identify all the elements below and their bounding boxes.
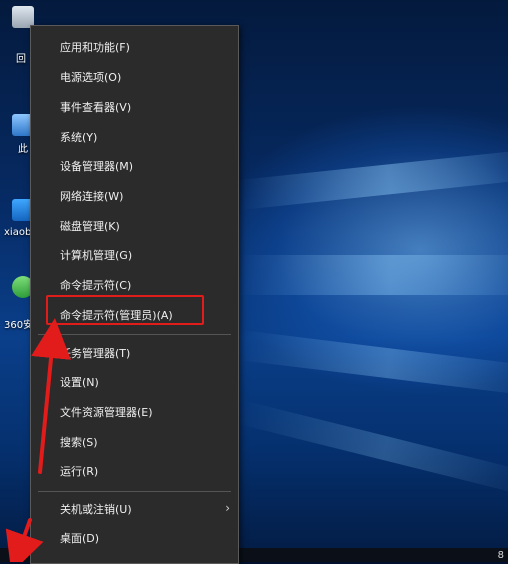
- annotation-arrow-up: [31, 318, 71, 474]
- annotation-arrow-down: [5, 518, 44, 562]
- annotation-arrows: [5, 318, 71, 562]
